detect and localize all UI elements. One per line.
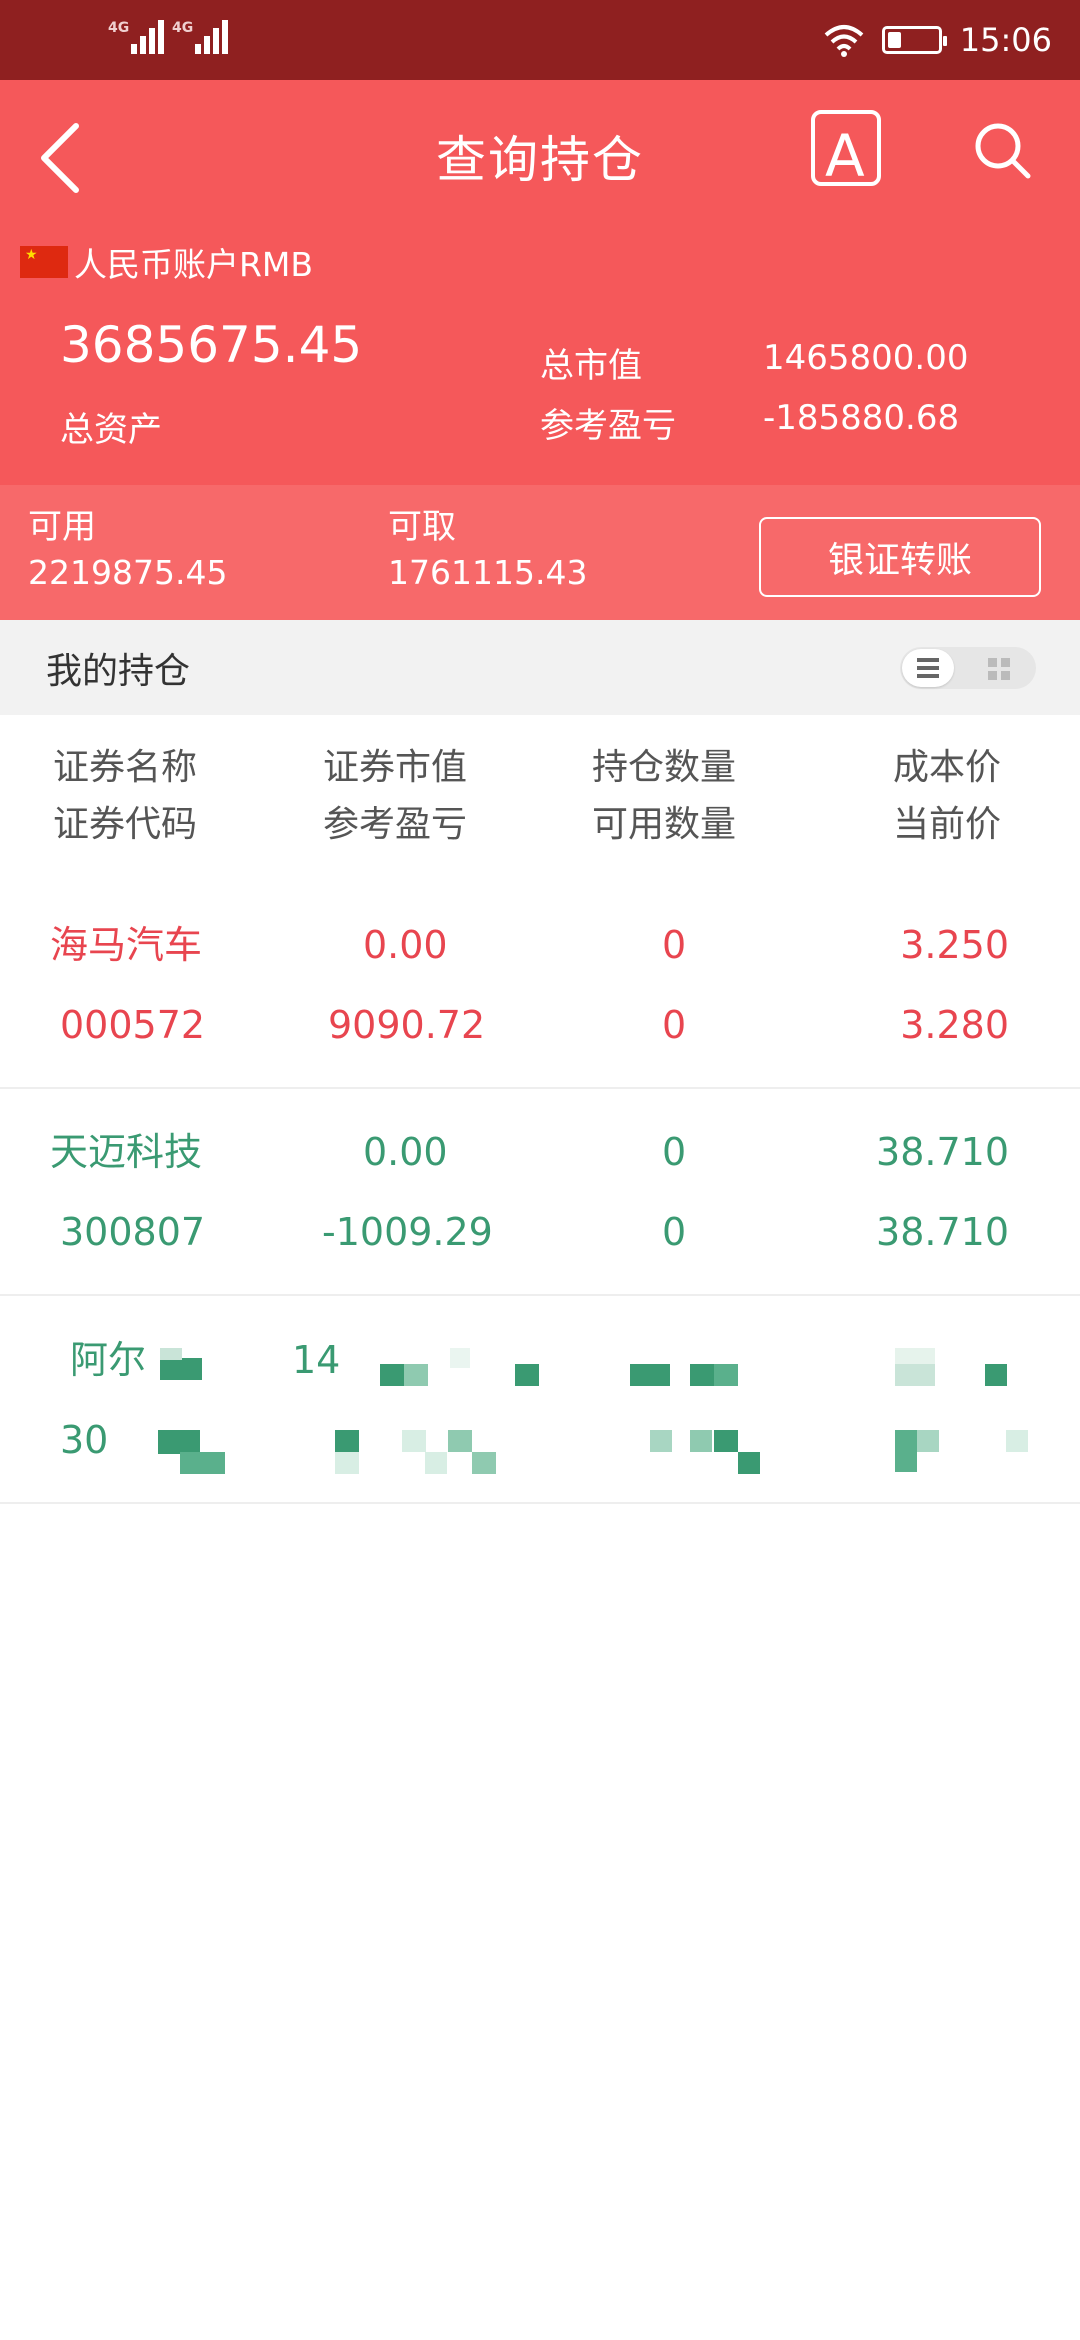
battery-icon [881,26,947,54]
col-cost-price: 成本价 [892,747,1001,788]
security-profit-loss: 9090.72 [328,1003,486,1047]
search-icon[interactable] [970,118,1034,182]
security-code: 000572 [60,1003,206,1047]
withdrawable-label: 可取 [388,507,456,547]
page-title: 查询持仓 [436,131,644,189]
col-available-qty: 可用数量 [592,804,737,845]
table-row[interactable]: 天迈科技 300807 0.00 -1009.29 0 0 38.710 38.… [0,1090,1080,1296]
market-value-value: 1465800.00 [763,338,969,378]
security-market-value: 0.00 [363,1130,448,1174]
total-assets-label: 总资产 [60,410,162,450]
market-value-label: 总市值 [540,346,642,386]
bank-transfer-button[interactable]: 银证转账 [759,517,1041,597]
col-current-price: 当前价 [892,804,1001,845]
account-header: 查询持仓 A ★ 人民币账户RMB 3685675.45 总资产 总市值 146… [0,80,1080,485]
status-time: 15:06 [959,21,1052,59]
table-row[interactable]: 阿尔 30 14 [0,1298,1080,1504]
funds-summary: 可用 2219875.45 可取 1761115.43 银证转账 [0,485,1080,620]
available-label: 可用 [28,507,96,547]
account-selector[interactable]: ★ 人民币账户RMB [20,238,313,286]
col-position: 持仓数量 [592,747,737,788]
col-name: 证券名称 [53,747,198,788]
security-cost-price: 38.710 [876,1130,1009,1174]
col-code: 证券代码 [53,804,198,845]
view-toggle[interactable] [900,647,1036,689]
grid-view-icon[interactable] [988,658,1010,680]
security-name: 海马汽车 [50,923,203,967]
security-market-value: 14 [292,1338,341,1382]
holdings-bar: 我的持仓 [0,620,1080,715]
security-name: 天迈科技 [50,1130,203,1174]
wifi-icon [824,25,864,57]
security-cost-price: 3.250 [900,923,1009,967]
security-code: 30 [60,1418,109,1462]
total-assets-value: 3685675.45 [60,316,363,374]
available-value: 2219875.45 [28,553,228,592]
table-header: 证券名称 证券代码 证券市值 参考盈亏 持仓数量 可用数量 成本价 当前价 [0,715,1080,865]
holdings-title: 我的持仓 [46,651,191,692]
font-size-button[interactable]: A [811,110,881,190]
security-available-qty: 0 [662,1003,687,1047]
security-current-price: 38.710 [876,1210,1009,1254]
status-bar: 4G 4G 15:06 [0,0,1080,80]
profit-loss-label: 参考盈亏 [540,406,676,446]
security-market-value: 0.00 [363,923,448,967]
security-position: 0 [662,923,687,967]
cell-signal-icon: 4G [108,20,165,54]
font-size-icon: A [825,122,865,190]
account-label: 人民币账户RMB [74,245,314,284]
list-view-icon[interactable] [902,649,954,687]
table-row[interactable]: 海马汽车 000572 0.00 9090.72 0 0 3.250 3.280 [0,883,1080,1089]
col-market-value: 证券市值 [323,747,468,788]
withdrawable-value: 1761115.43 [388,553,588,592]
cell-signal-icon: 4G [172,20,229,54]
security-name: 阿尔 [70,1338,147,1382]
security-current-price: 3.280 [900,1003,1009,1047]
security-position: 0 [662,1130,687,1174]
china-flag-icon: ★ [20,246,68,278]
security-code: 300807 [60,1210,206,1254]
col-profit-loss: 参考盈亏 [323,804,468,845]
security-profit-loss: -1009.29 [322,1210,493,1254]
security-available-qty: 0 [662,1210,687,1254]
profit-loss-value: -185880.68 [763,398,960,438]
